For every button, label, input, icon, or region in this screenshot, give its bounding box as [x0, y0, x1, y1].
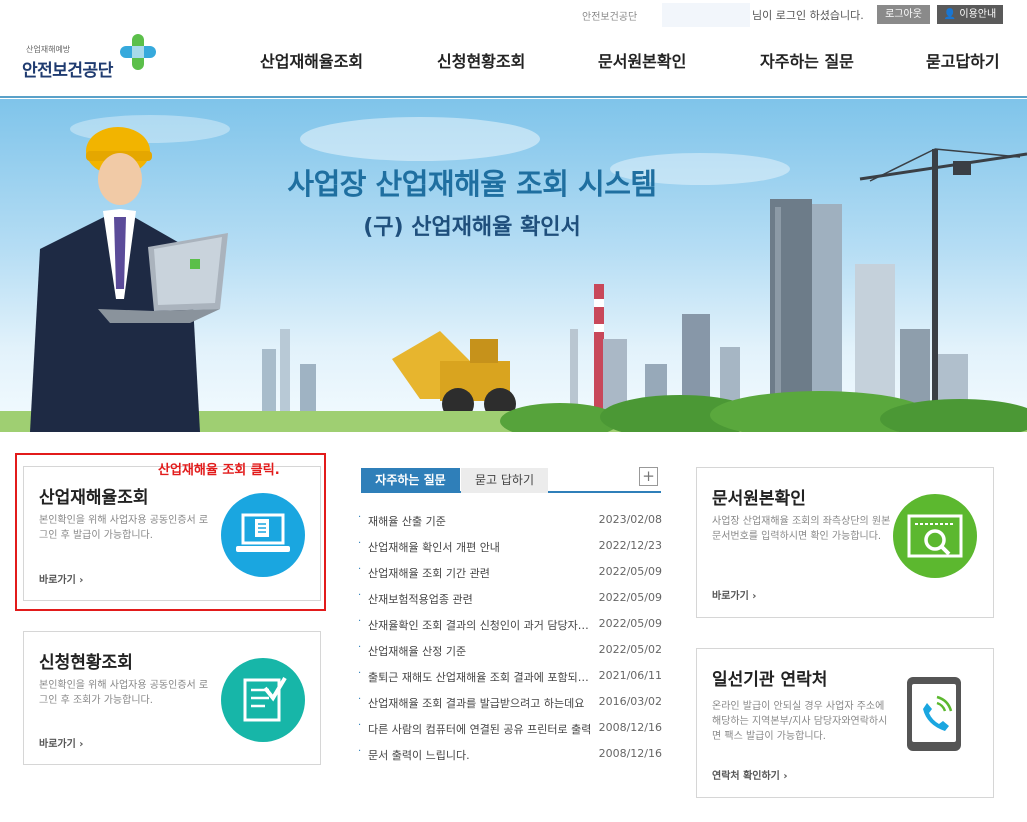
faq-list: · 재해율 산출 기준 2023/02/08 · 산업재해율 확인서 개편 안내 202… — [358, 507, 663, 767]
faq-date: 2021/06/11 — [598, 669, 662, 682]
nav-qna[interactable]: 묻고답하기 — [926, 48, 1000, 72]
doc-card-desc: 사업장 산업재해율 조회의 좌측상단의 원본문서번호를 입력하시면 확인 가능합… — [712, 516, 891, 542]
guide-label: 이용안내 — [959, 9, 997, 20]
faq-title[interactable]: 문서 출력이 느립니다. — [368, 747, 596, 763]
board-tabs: 자주하는 질문 묻고 답하기 — [361, 468, 661, 493]
faq-title[interactable]: 산재율확인 조회 결과의 신청인이 과거 담당자로 나와요 — [368, 617, 596, 633]
bullet: · — [358, 538, 362, 549]
top-utility-bar: 안전보건공단 님이 로그인 하셨습니다. 로그아웃 👤 이용안내 — [0, 0, 1027, 30]
nav-rate-inquiry[interactable]: 산업재해율조회 — [260, 48, 363, 72]
logo-name: 안전보건공단 — [22, 61, 113, 81]
faq-date: 2022/05/02 — [598, 643, 662, 656]
faq-date: 2008/12/16 — [598, 747, 662, 760]
status-card-title: 신청현황조회 — [39, 653, 133, 673]
phone-icon — [907, 677, 961, 751]
logo[interactable]: 산업재해예방 안전보건공단 — [22, 34, 162, 84]
faq-title[interactable]: 다른 사람의 컴퓨터에 연결된 공유 프린터로 출력 — [368, 721, 596, 737]
status-inquiry-card[interactable]: 신청현황조회 본인확인을 위해 사업자용 공동인증서 로그인 후 조회가 가능합… — [23, 631, 321, 765]
list-item[interactable]: · 산재율확인 조회 결과의 신청인이 과거 담당자로 나와요2022/05/09 — [358, 611, 663, 637]
faq-date: 2022/05/09 — [598, 617, 662, 630]
nav-document-check[interactable]: 문서원본확인 — [598, 48, 686, 72]
login-greeting: 님이 로그인 하셨습니다. — [752, 9, 864, 22]
hero-banner: 사업장 산업재해율 조회 시스템 (구) 산업재해율 확인서 — [0, 99, 1027, 432]
hero-subtitle: (구) 산업재해율 확인서 — [363, 215, 581, 240]
list-item[interactable]: · 산업재해율 산정 기준 2022/05/02 — [358, 637, 663, 663]
board-more-button[interactable]: + — [639, 467, 658, 486]
bullet: · — [358, 668, 362, 679]
faq-date: 2008/12/16 — [598, 721, 662, 734]
logo-cross-icon — [120, 34, 156, 70]
nav-status-inquiry[interactable]: 신청현황조회 — [437, 48, 525, 72]
faq-date: 2023/02/08 — [598, 513, 662, 526]
bullet: · — [358, 720, 362, 731]
faq-title[interactable]: 산업재해율 산정 기준 — [368, 643, 596, 659]
contact-card-desc: 온라인 발급이 안되실 경우 사업자 주소에 해당하는 지역본부/지사 담당자와… — [712, 701, 888, 742]
bullet: · — [358, 590, 362, 601]
list-item[interactable]: · 문서 출력이 느립니다. 2008/12/16 — [358, 741, 663, 767]
status-card-desc: 본인확인을 위해 사업자용 공동인증서 로그인 후 조회가 가능합니다. — [39, 680, 209, 706]
list-item[interactable]: · 산업재해율 조회 결과를 발급받으려고 하는데요 2016/03/02 — [358, 689, 663, 715]
document-search-icon — [893, 494, 977, 578]
hero-illustration — [0, 115, 1027, 432]
faq-date: 2022/12/23 — [598, 539, 662, 552]
faq-title[interactable]: 출퇴근 재해도 산업재해율 조회 결과에 포함되나요 — [368, 669, 596, 685]
hero-title: 사업장 산업재해율 조회 시스템 — [287, 167, 657, 201]
faq-title[interactable]: 산업재해율 조회 기간 관련 — [368, 565, 596, 581]
faq-title[interactable]: 산재보험적용업종 관련 — [368, 591, 596, 607]
faq-title[interactable]: 재해율 산출 기준 — [368, 513, 596, 529]
list-item[interactable]: · 출퇴근 재해도 산업재해율 조회 결과에 포함되나요 2021/06/11 — [358, 663, 663, 689]
bullet: · — [358, 564, 362, 575]
list-item[interactable]: · 산재보험적용업종 관련 2022/05/09 — [358, 585, 663, 611]
user-icon: 👤 — [943, 9, 957, 20]
faq-date: 2022/05/09 — [598, 591, 662, 604]
bullet: · — [358, 616, 362, 627]
contact-card-link[interactable]: 연락처 확인하기 › — [712, 767, 787, 782]
tab-faq[interactable]: 자주하는 질문 — [361, 468, 460, 493]
list-item[interactable]: · 산업재해율 조회 기간 관련 2022/05/09 — [358, 559, 663, 585]
doc-card-link[interactable]: 바로가기 › — [712, 587, 756, 602]
status-card-link[interactable]: 바로가기 › — [39, 735, 83, 750]
contact-card-title: 일선기관 연락처 — [712, 670, 828, 690]
list-item[interactable]: · 산업재해율 확인서 개편 안내 2022/12/23 — [358, 533, 663, 559]
faq-title[interactable]: 산업재해율 확인서 개편 안내 — [368, 539, 596, 555]
header: 산업재해예방 안전보건공단 산업재해율조회 신청현황조회 문서원본확인 자주하는… — [0, 30, 1027, 98]
tab-qna[interactable]: 묻고 답하기 — [461, 468, 548, 493]
org-name: 안전보건공단 — [582, 12, 638, 23]
nav-faq[interactable]: 자주하는 질문 — [760, 48, 854, 72]
bullet: · — [358, 642, 362, 653]
faq-date: 2022/05/09 — [598, 565, 662, 578]
faq-title[interactable]: 산업재해율 조회 결과를 발급받으려고 하는데요 — [368, 695, 596, 711]
doc-card-title: 문서원본확인 — [712, 489, 806, 509]
logo-tagline: 산업재해예방 — [26, 45, 71, 54]
list-item[interactable]: · 다른 사람의 컴퓨터에 연결된 공유 프린터로 출력 2008/12/16 — [358, 715, 663, 741]
contact-card[interactable]: 일선기관 연락처 온라인 발급이 안되실 경우 사업자 주소에 해당하는 지역본… — [696, 648, 994, 798]
checklist-icon — [221, 658, 305, 742]
document-check-card[interactable]: 문서원본확인 사업장 산업재해율 조회의 좌측상단의 원본문서번호를 입력하시면… — [696, 467, 994, 618]
guide-button[interactable]: 👤 이용안내 — [937, 5, 1003, 24]
list-item[interactable]: · 재해율 산출 기준 2023/02/08 — [358, 507, 663, 533]
click-instruction-note: 산업재해율 조회 클릭. — [158, 463, 280, 478]
logout-button[interactable]: 로그아웃 — [877, 5, 930, 24]
user-name-box — [662, 3, 750, 27]
bullet: · — [358, 512, 362, 523]
faq-date: 2016/03/02 — [598, 695, 662, 708]
bullet: · — [358, 694, 362, 705]
bullet: · — [358, 746, 362, 757]
